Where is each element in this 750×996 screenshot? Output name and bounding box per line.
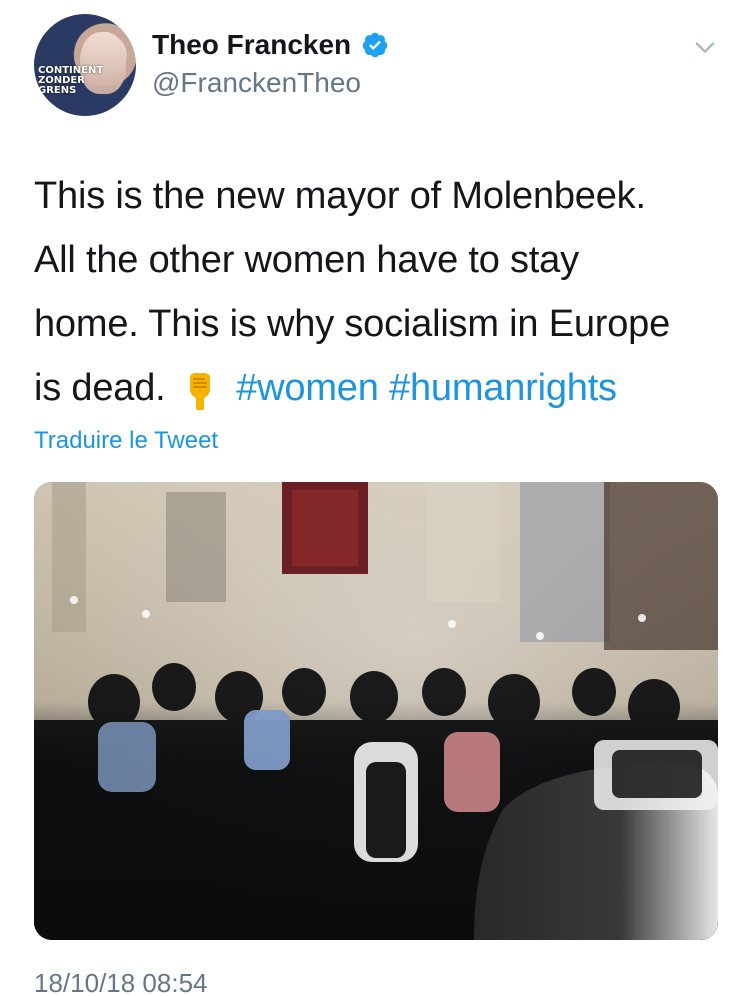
tweet-timestamp[interactable]: 18/10/18 08:54 [34,968,208,996]
verified-badge-icon [361,31,389,59]
author-info: Theo Francken @FranckenTheo [152,28,680,100]
avatar-caption: CONTINENT ZONDER GRENS [38,65,104,96]
hashtag-humanrights[interactable]: #humanrights [389,367,617,409]
display-name-row: Theo Francken [152,28,680,62]
handle[interactable]: @FranckenTheo [152,66,680,100]
tweet-text-line-3: home. This is why socialism in Europe [34,303,671,345]
tweet-text: This is the new mayor of Molenbeek. All … [34,164,724,420]
pointing-down-hand-icon [182,364,216,411]
tweet-text-line-1: This is the new mayor of Molenbeek. [34,175,646,217]
tweet-text-line-2: All the other women have to stay [34,239,579,281]
tweet-text-line-4: is dead. #women #humanrights [34,356,724,420]
display-name[interactable]: Theo Francken [152,28,351,62]
hashtag-women[interactable]: #women [236,367,379,409]
avatar[interactable]: CONTINENT ZONDER GRENS [34,14,136,116]
tweet-photo[interactable] [34,482,718,940]
tweet-text-prefix: is dead. [34,367,166,409]
chevron-down-icon[interactable] [688,30,722,64]
translate-tweet-link[interactable]: Traduire le Tweet [34,426,218,456]
